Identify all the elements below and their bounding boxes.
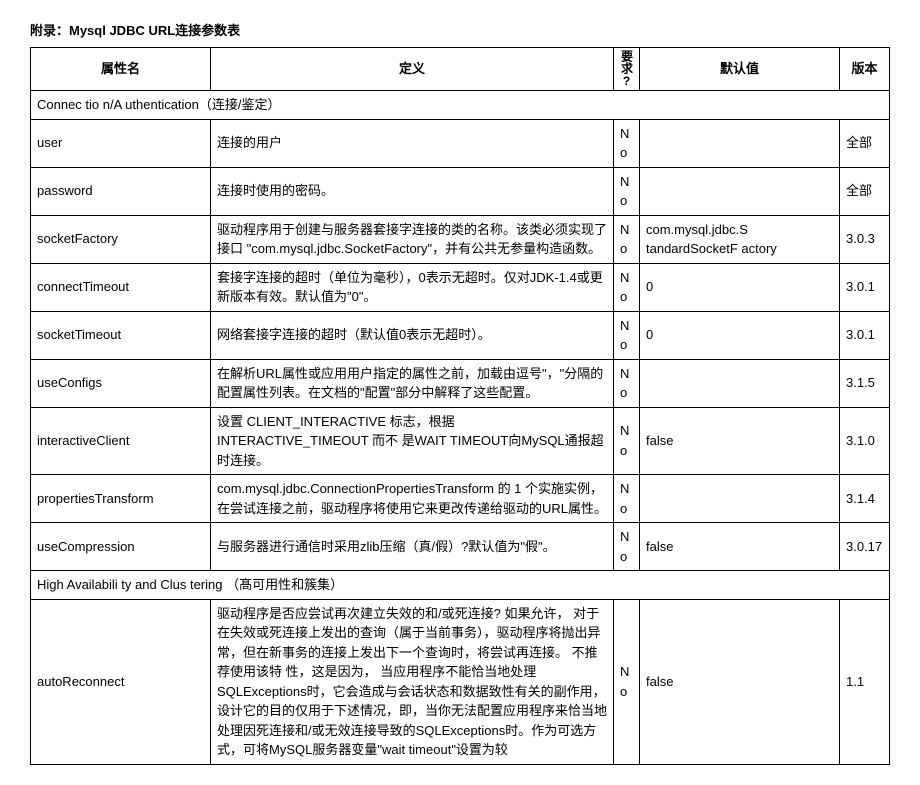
table-row: useConfigs在解析URL属性或应用用户指定的属性之前，加载由逗号"，"分…	[31, 359, 890, 407]
cell-def: 网络套接字连接的超时（默认值0表示无超时）。	[211, 311, 614, 359]
cell-prop: autoReconnect	[31, 599, 211, 764]
cell-default: 0	[640, 263, 840, 311]
header-req: 要求?	[614, 48, 640, 91]
cell-ver: 全部	[840, 119, 890, 167]
cell-prop: useCompression	[31, 523, 211, 571]
section-header: Connec tio n/A uthentication（连接/鉴定）	[31, 91, 890, 120]
cell-def: 连接时使用的密码。	[211, 167, 614, 215]
cell-prop: password	[31, 167, 211, 215]
cell-default: false	[640, 523, 840, 571]
cell-def: 驱动程序是否应尝试再次建立失效的和/或死连接? 如果允许， 对于在失效或死连接上…	[211, 599, 614, 764]
cell-default	[640, 167, 840, 215]
cell-def: 在解析URL属性或应用用户指定的属性之前，加载由逗号"，"分隔的配置属性列表。在…	[211, 359, 614, 407]
cell-default: com.mysql.jdbc.S tandardSocketF actory	[640, 215, 840, 263]
section-label: High Availabili ty and Clus tering （髙可用性…	[31, 571, 890, 600]
cell-req: No	[614, 523, 640, 571]
cell-def: com.mysql.jdbc.ConnectionPropertiesTrans…	[211, 475, 614, 523]
cell-req: No	[614, 599, 640, 764]
cell-ver: 3.0.3	[840, 215, 890, 263]
cell-ver: 1.1	[840, 599, 890, 764]
cell-req: No	[614, 359, 640, 407]
header-def: 定义	[211, 48, 614, 91]
table-row: interactiveClient设置 CLIENT_INTERACTIVE 标…	[31, 407, 890, 475]
cell-ver: 3.0.1	[840, 311, 890, 359]
cell-prop: interactiveClient	[31, 407, 211, 475]
table-row: useCompression与服务器进行通信时采用zlib压缩（真/假）?默认值…	[31, 523, 890, 571]
cell-req: No	[614, 167, 640, 215]
cell-default	[640, 359, 840, 407]
table-row: propertiesTransformcom.mysql.jdbc.Connec…	[31, 475, 890, 523]
cell-ver: 全部	[840, 167, 890, 215]
header-prop: 属性名	[31, 48, 211, 91]
header-default: 默认值	[640, 48, 840, 91]
table-row: socketTimeout网络套接字连接的超时（默认值0表示无超时）。No03.…	[31, 311, 890, 359]
cell-prop: socketFactory	[31, 215, 211, 263]
section-label: Connec tio n/A uthentication（连接/鉴定）	[31, 91, 890, 120]
cell-default	[640, 475, 840, 523]
cell-req: No	[614, 215, 640, 263]
cell-prop: connectTimeout	[31, 263, 211, 311]
cell-default: false	[640, 407, 840, 475]
cell-prop: propertiesTransform	[31, 475, 211, 523]
cell-default: 0	[640, 311, 840, 359]
cell-prop: socketTimeout	[31, 311, 211, 359]
cell-ver: 3.0.1	[840, 263, 890, 311]
cell-req: No	[614, 119, 640, 167]
params-table: 属性名 定义 要求? 默认值 版本 Connec tio n/A uthenti…	[30, 47, 890, 765]
cell-req: No	[614, 407, 640, 475]
cell-req: No	[614, 475, 640, 523]
cell-ver: 3.1.0	[840, 407, 890, 475]
cell-def: 与服务器进行通信时采用zlib压缩（真/假）?默认值为"假"。	[211, 523, 614, 571]
table-row: socketFactory驱动程序用于创建与服务器套接字连接的类的名称。该类必须…	[31, 215, 890, 263]
table-row: password连接时使用的密码。No 全部	[31, 167, 890, 215]
table-row: autoReconnect驱动程序是否应尝试再次建立失效的和/或死连接? 如果允…	[31, 599, 890, 764]
page-title: 附录：Mysql JDBC URL连接参数表	[30, 20, 890, 39]
section-header: High Availabili ty and Clus tering （髙可用性…	[31, 571, 890, 600]
table-header-row: 属性名 定义 要求? 默认值 版本	[31, 48, 890, 91]
cell-ver: 3.1.4	[840, 475, 890, 523]
cell-ver: 3.1.5	[840, 359, 890, 407]
cell-default: false	[640, 599, 840, 764]
header-ver: 版本	[840, 48, 890, 91]
table-row: user连接的用户No 全部	[31, 119, 890, 167]
cell-prop: user	[31, 119, 211, 167]
cell-prop: useConfigs	[31, 359, 211, 407]
table-row: connectTimeout套接字连接的超时（单位为毫秒），0表示无超时。仅对J…	[31, 263, 890, 311]
cell-def: 驱动程序用于创建与服务器套接字连接的类的名称。该类必须实现了接口 "com.my…	[211, 215, 614, 263]
cell-default	[640, 119, 840, 167]
cell-req: No	[614, 263, 640, 311]
cell-def: 连接的用户	[211, 119, 614, 167]
cell-def: 设置 CLIENT_INTERACTIVE 标志，根据 INTERACTIVE_…	[211, 407, 614, 475]
cell-def: 套接字连接的超时（单位为毫秒），0表示无超时。仅对JDK-1.4或更新版本有效。…	[211, 263, 614, 311]
cell-ver: 3.0.17	[840, 523, 890, 571]
cell-req: No	[614, 311, 640, 359]
